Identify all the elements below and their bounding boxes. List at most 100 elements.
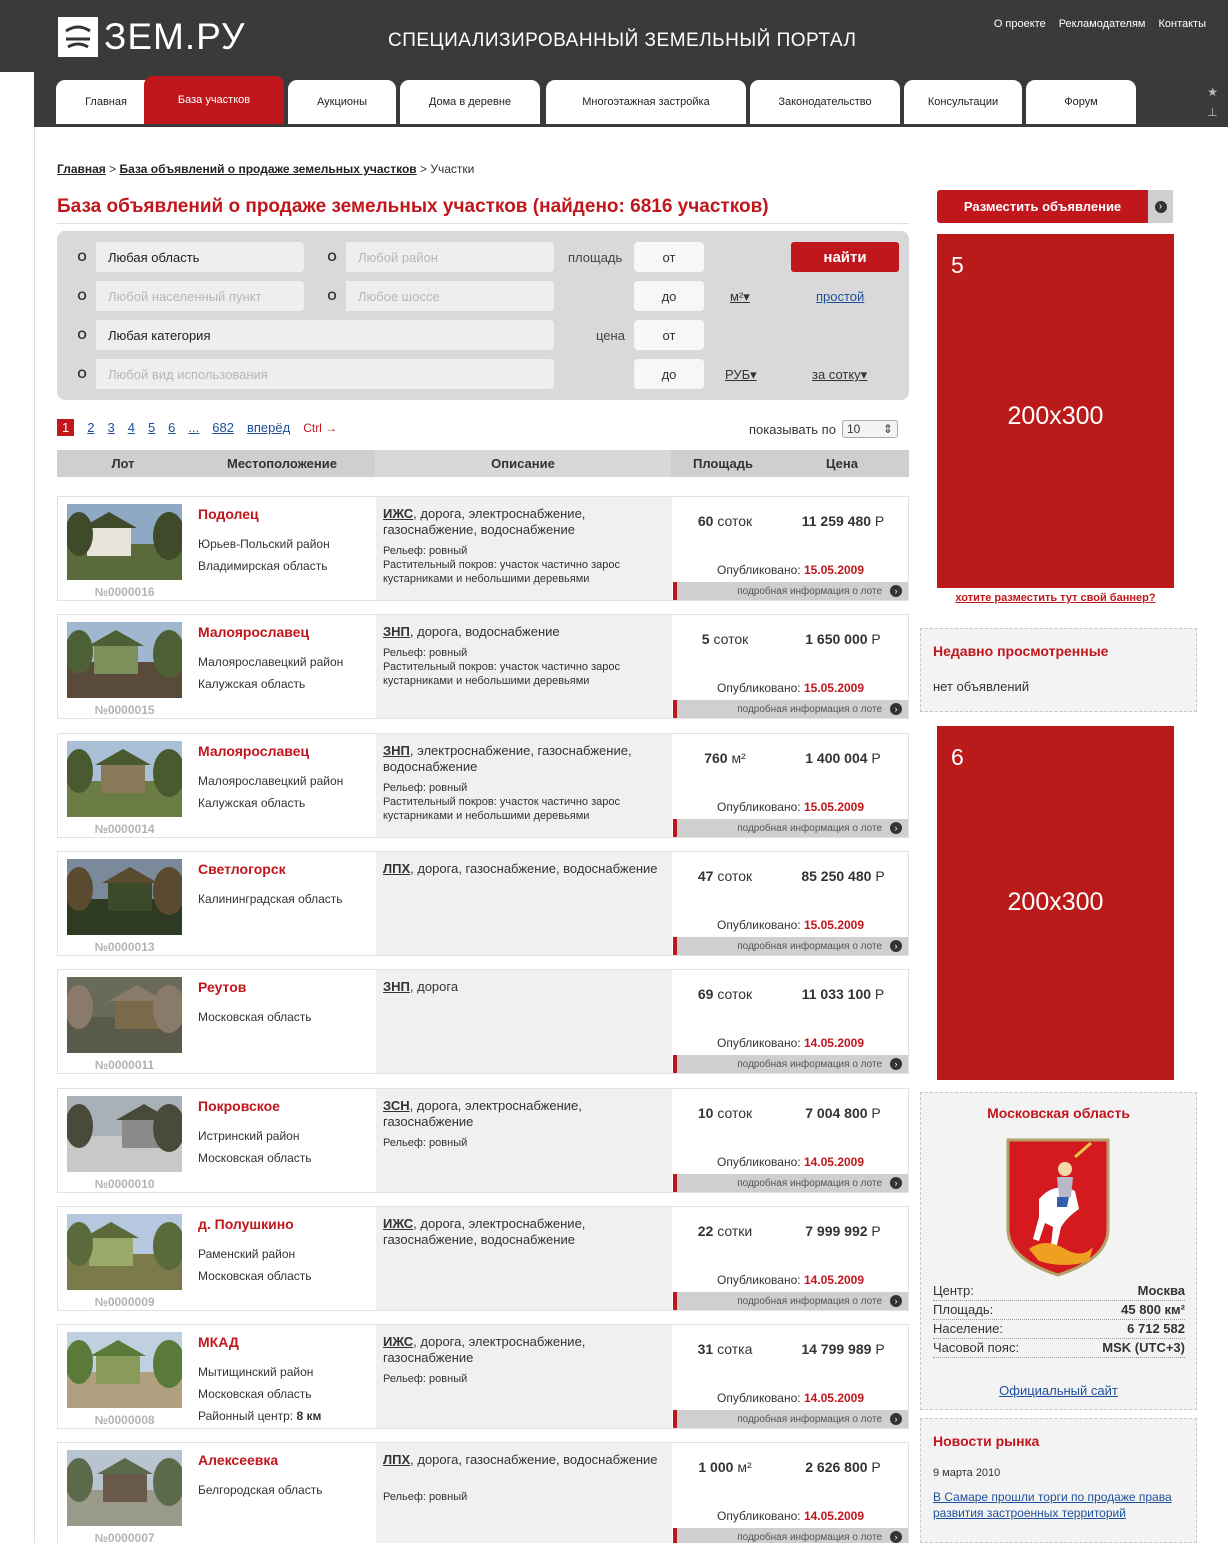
highway-select[interactable]: O Любое шоссе (318, 281, 554, 311)
page-link[interactable]: 3 (107, 420, 114, 435)
lot-details-link[interactable]: подробная информация о лоте › (673, 582, 908, 600)
category-select[interactable]: O Любая категория (68, 320, 554, 350)
page-link-ellipsis[interactable]: ... (188, 420, 199, 435)
district-select[interactable]: O Любой район (318, 242, 554, 272)
table-row[interactable]: №0000013 Светлогорск Калининградская облас… (57, 851, 909, 956)
area-to-input[interactable]: до (634, 281, 704, 311)
page-link-last[interactable]: 682 (212, 420, 234, 435)
lot-details-link[interactable]: подробная информация о лоте › (673, 1292, 908, 1310)
per-page-select[interactable]: 10 ⇕ (841, 420, 898, 438)
next-page-link[interactable]: вперёд (247, 420, 290, 435)
table-row[interactable]: №0000007 Алексеевка Белгородская область ЛП… (57, 1442, 909, 1543)
tab-plots-database[interactable]: База участков (144, 76, 284, 124)
lot-photo[interactable] (67, 859, 182, 935)
table-row[interactable]: №0000014 Малоярославец Малоярославецкий ра… (57, 733, 909, 838)
lot-details-link[interactable]: подробная информация о лоте › (673, 700, 908, 718)
settlement-select[interactable]: O Любой населенный пункт (68, 281, 304, 311)
lot-city-link[interactable]: Малоярославец (198, 624, 309, 640)
lot-details-link[interactable]: подробная информация о лоте › (673, 1410, 908, 1428)
arrow-circle-icon: › (890, 822, 902, 834)
stepper-arrows-icon: ⇕ (882, 422, 893, 436)
lot-city-link[interactable]: Подолец (198, 506, 259, 522)
page-link[interactable]: 2 (87, 420, 94, 435)
site-logo[interactable]: ЗЕМ.РУ (58, 16, 246, 58)
tab-village-houses[interactable]: Дома в деревне (400, 80, 540, 124)
lot-details-link[interactable]: подробная информация о лоте › (673, 1055, 908, 1073)
top-link-advertisers[interactable]: Рекламодателям (1059, 18, 1146, 30)
area-unit-dropdown[interactable]: м²▾ (730, 289, 750, 305)
table-row[interactable]: №0000016 Подолец Юрьев-Польский район Влади… (57, 496, 909, 601)
page-link[interactable]: 4 (128, 420, 135, 435)
price-unit-dropdown[interactable]: за сотку▾ (812, 367, 867, 383)
banner-advertise-link[interactable]: хотите разместить тут свой баннер? (937, 592, 1174, 604)
lot-city-link[interactable]: Покровское (198, 1098, 280, 1114)
top-link-contacts[interactable]: Контакты (1158, 18, 1206, 30)
highway-select-button[interactable]: O (318, 281, 346, 311)
page-link[interactable]: 6 (168, 420, 175, 435)
currency-dropdown[interactable]: РУБ▾ (725, 367, 757, 383)
logo-mark-icon (58, 17, 98, 57)
simple-search-link[interactable]: простой (816, 289, 864, 304)
region-select[interactable]: O Любая область (68, 242, 304, 272)
district-text: Малоярославецкий район (198, 774, 344, 788)
ad-banner-6[interactable]: 6 200x300 (937, 726, 1174, 1080)
lot-city-link[interactable]: Малоярославец (198, 743, 309, 759)
usage-select-button[interactable]: O (68, 359, 96, 389)
sitemap-icon[interactable]: ⊥ (1207, 102, 1218, 122)
find-button[interactable]: найти (791, 242, 899, 272)
area-from-input[interactable]: от (634, 242, 704, 272)
table-row[interactable]: №0000010 Покровское Истринский район Москов… (57, 1088, 909, 1193)
post-ad-arrow-icon[interactable]: › (1148, 190, 1173, 223)
table-row[interactable]: №0000008 МКАД Мытищинский район Московская … (57, 1324, 909, 1429)
price-from-input[interactable]: от (634, 320, 704, 350)
lot-city-link[interactable]: Светлогорск (198, 861, 286, 877)
lot-details-link[interactable]: подробная информация о лоте › (673, 819, 908, 837)
tab-forum[interactable]: Форум (1026, 80, 1136, 124)
top-link-about[interactable]: О проекте (994, 18, 1046, 30)
breadcrumb-home[interactable]: Главная (57, 162, 106, 176)
region-select-button[interactable]: O (68, 242, 96, 272)
tab-legislation[interactable]: Законодательство (750, 80, 900, 124)
lot-photo[interactable] (67, 1096, 182, 1172)
settlement-select-button[interactable]: O (68, 281, 96, 311)
district-text: Юрьев-Польский район (198, 537, 330, 551)
area-label: площадь (568, 250, 623, 265)
lot-city-link[interactable]: Реутов (198, 979, 246, 995)
price-to-input[interactable]: до (634, 359, 704, 389)
page-link-current[interactable]: 1 (57, 419, 75, 436)
tab-home[interactable]: Главная (56, 80, 156, 124)
lot-city-link[interactable]: Алексеевка (198, 1452, 278, 1468)
table-row[interactable]: №0000015 Малоярославец Малоярославецкий ра… (57, 614, 909, 719)
category-select-button[interactable]: O (68, 320, 96, 350)
relief-text: Рельеф: ровный (383, 1137, 468, 1149)
tab-consultations[interactable]: Консультации (904, 80, 1022, 124)
table-row[interactable]: №0000009 д. Полушкино Раменский район Моско… (57, 1206, 909, 1311)
lot-details-link[interactable]: подробная информация о лоте › (673, 1174, 908, 1192)
star-icon[interactable]: ★ (1207, 82, 1218, 102)
lot-photo[interactable] (67, 1450, 182, 1526)
lot-photo[interactable] (67, 504, 182, 580)
ad-banner-5[interactable]: 5 200x300 (937, 234, 1174, 588)
lot-photo[interactable] (67, 741, 182, 817)
lot-details-link[interactable]: подробная информация о лоте › (673, 1528, 908, 1543)
lot-published: Опубликовано: 15.05.2009 (716, 800, 865, 814)
lot-city-link[interactable]: д. Полушкино (198, 1216, 294, 1232)
official-site-link[interactable]: Официальный сайт (921, 1383, 1196, 1398)
usage-select[interactable]: O Любой вид использования (68, 359, 554, 389)
district-text: Раменский район (198, 1247, 296, 1261)
district-select-button[interactable]: O (318, 242, 346, 272)
main-nav: Главная База участков Аукционы Дома в де… (34, 72, 1228, 127)
post-ad-button[interactable]: Разместить объявление (937, 190, 1148, 223)
lot-photo[interactable] (67, 1214, 182, 1290)
page-link[interactable]: 5 (148, 420, 155, 435)
tab-auctions[interactable]: Аукционы (288, 80, 396, 124)
lot-photo[interactable] (67, 1332, 182, 1408)
lot-details-link[interactable]: подробная информация о лоте › (673, 937, 908, 955)
lot-city-link[interactable]: МКАД (198, 1334, 239, 1350)
lot-photo[interactable] (67, 622, 182, 698)
breadcrumb-section[interactable]: База объявлений о продаже земельных учас… (120, 162, 417, 176)
lot-photo[interactable] (67, 977, 182, 1053)
tab-multistorey[interactable]: Многоэтажная застройка (546, 80, 746, 124)
table-row[interactable]: №0000011 Реутов Московская область ЗНП, дор… (57, 969, 909, 1074)
news-link[interactable]: В Самаре прошли торги по продаже права р… (933, 1489, 1183, 1521)
